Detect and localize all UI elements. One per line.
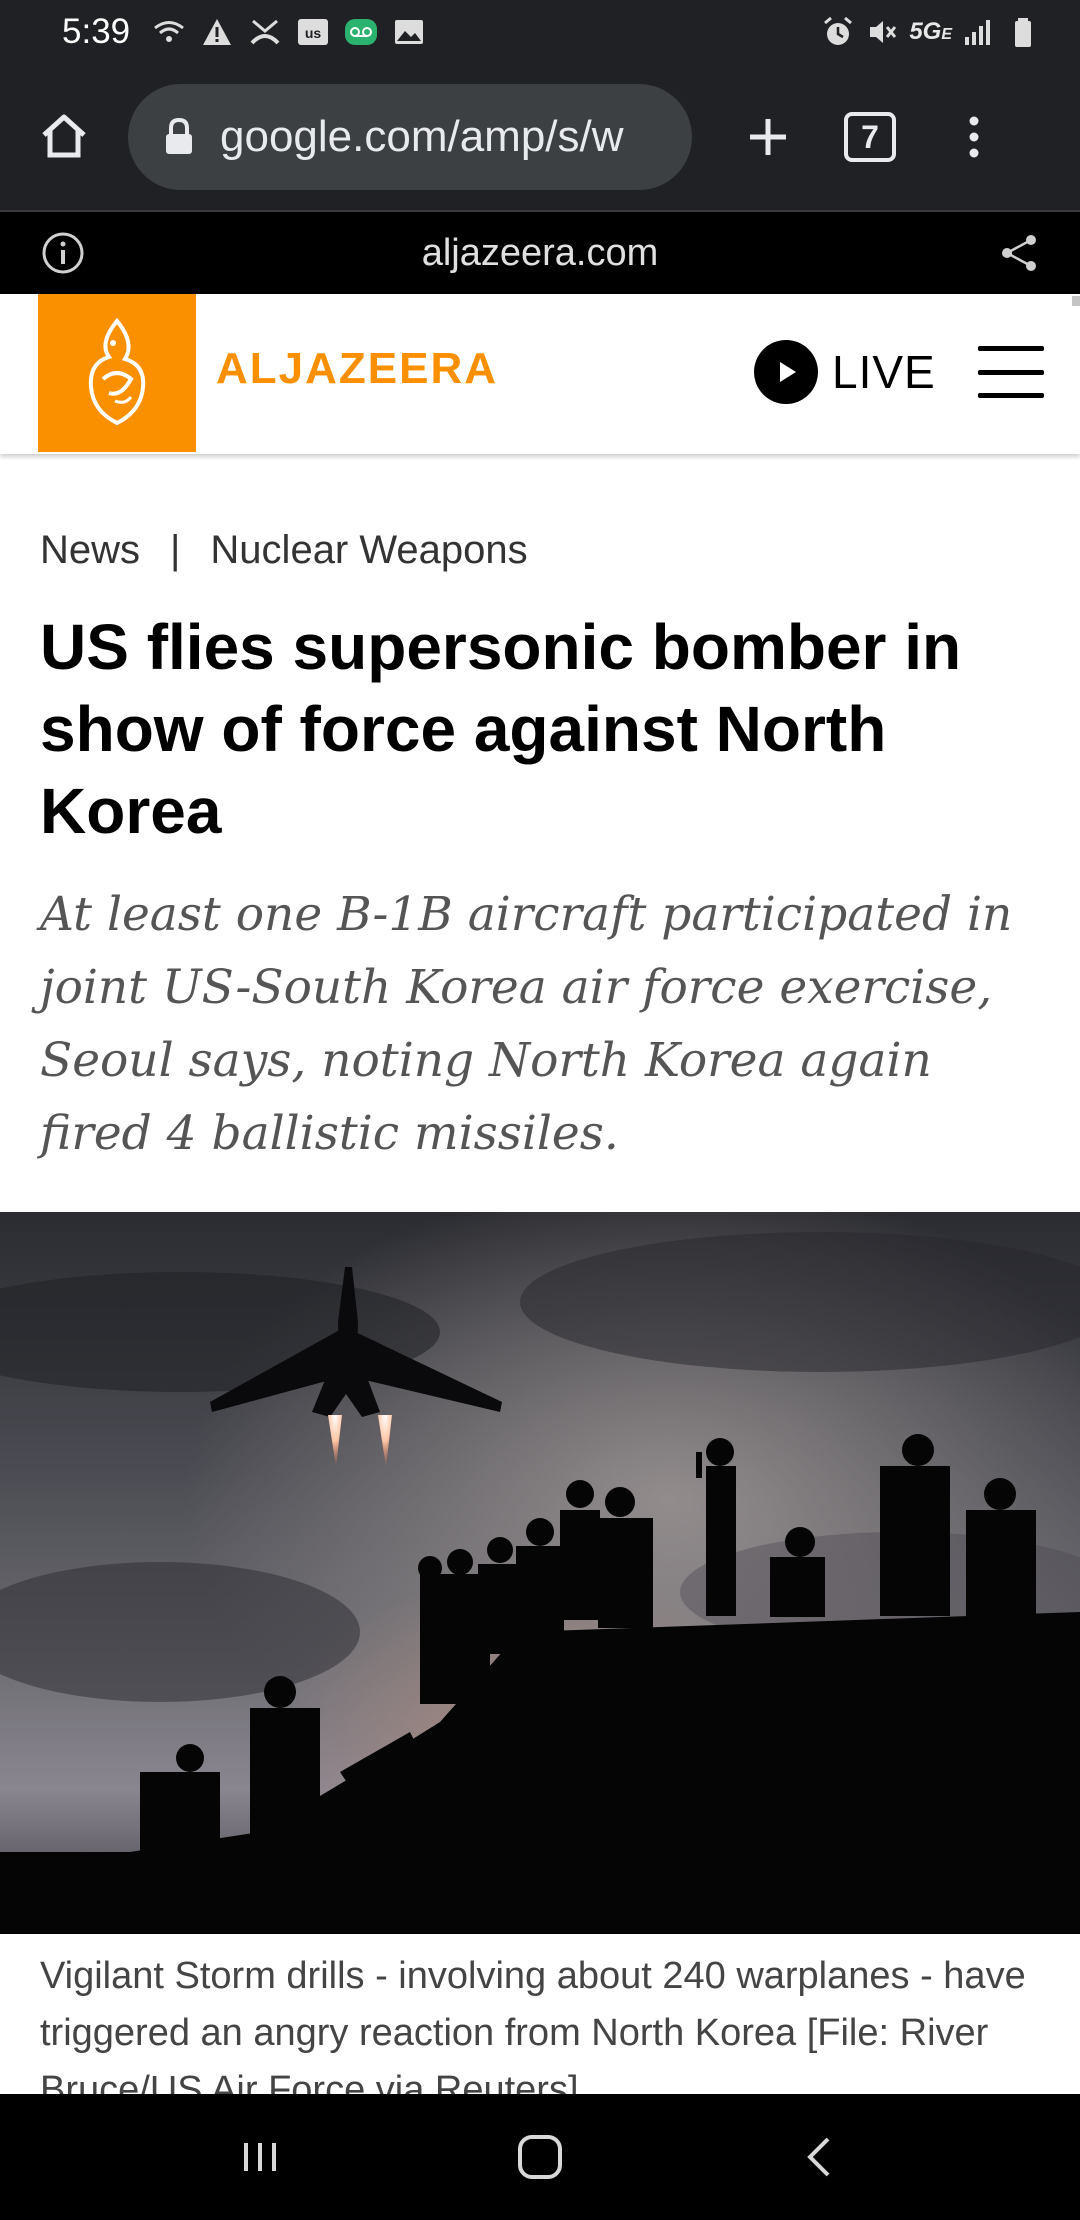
us-app-icon: us [296,15,330,49]
more-menu-button[interactable] [936,99,1012,175]
article-headline: US flies supersonic bomber in show of fo… [40,611,962,847]
home-button[interactable] [26,99,102,175]
plus-icon [750,119,786,155]
status-bar: 5:39 us 5GE [0,0,1080,64]
battery-icon [1006,15,1040,49]
wifi-call-icon [152,15,186,49]
aljazeera-logo[interactable] [38,294,196,452]
amp-header: aljazeera.com [0,210,1080,294]
hamburger-line [978,369,1044,375]
breadcrumb-topic[interactable]: Nuclear Weapons [210,528,527,573]
tab-switcher-button[interactable]: 7 [844,112,896,162]
home-icon [42,114,86,158]
alarm-icon [821,15,855,49]
status-icons-left: us [152,15,426,49]
play-icon [754,340,818,404]
more-vert-icon [969,116,979,158]
logo-wordmark[interactable]: ALJAZEERA [216,344,498,394]
recents-icon [244,2143,276,2171]
address-bar[interactable]: google.com/amp/s/w [128,84,692,190]
home-nav-icon [518,2135,562,2179]
missed-call-icon [248,15,282,49]
lock-icon [166,118,192,154]
amp-domain[interactable]: aljazeera.com [422,232,659,275]
status-icons-right: 5GE [821,15,1040,49]
browser-toolbar: google.com/amp/s/w 7 [0,64,1080,210]
share-icon[interactable] [998,232,1040,274]
live-button[interactable]: LIVE [754,340,936,404]
site-header: ALJAZEERA LIVE [0,294,1080,454]
image-caption: Vigilant Storm drills - involving about … [40,1955,1026,2094]
signal-icon [962,15,996,49]
gallery-icon [392,15,426,49]
article-standfirst: At least one B-1B aircraft participated … [40,887,1013,1161]
back-button[interactable] [780,2117,860,2197]
hero-image[interactable] [0,1212,1080,1934]
voicemail-icon [344,15,378,49]
mute-icon [865,15,899,49]
back-icon [807,2137,830,2177]
warning-icon [200,15,234,49]
breadcrumb-separator: | [170,528,181,572]
live-label: LIVE [832,346,936,398]
breadcrumb: News | Nuclear Weapons [40,528,528,573]
bomber-silhouette-photo [0,1212,1080,1934]
url-text[interactable]: google.com/amp/s/w [220,112,624,162]
hamburger-line [978,393,1044,398]
svg-text:us: us [305,25,322,41]
info-icon[interactable] [40,230,86,276]
menu-button[interactable] [978,346,1044,398]
new-tab-button[interactable] [730,99,806,175]
recents-button[interactable] [220,2117,300,2197]
network-label: 5GE [909,18,952,45]
hamburger-line [978,346,1044,351]
aljazeera-logo-icon [88,317,146,426]
system-nav-bar [0,2094,1080,2220]
home-nav-button[interactable] [500,2117,580,2197]
status-time: 5:39 [62,12,131,51]
breadcrumb-news[interactable]: News [40,528,140,573]
scrollbar[interactable] [1072,296,1080,306]
